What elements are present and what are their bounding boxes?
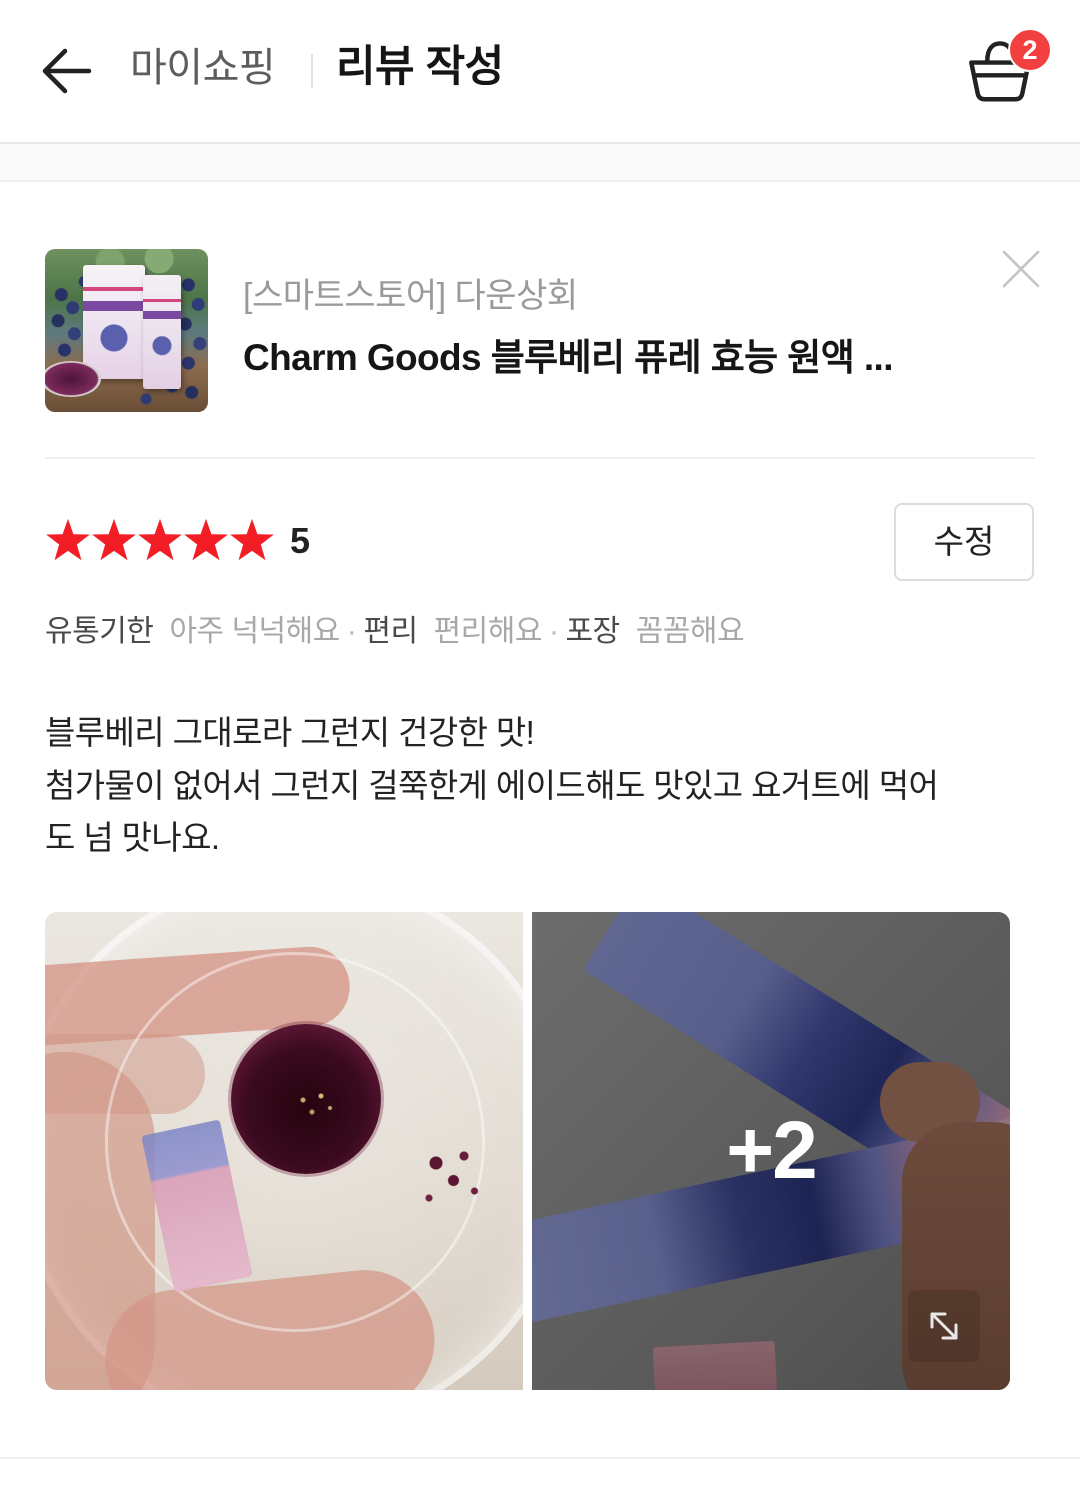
tag-value: 꼼꼼해요	[635, 615, 745, 648]
star-icon	[230, 518, 274, 561]
divider	[0, 1457, 1080, 1459]
star-icon	[46, 518, 90, 561]
tag-separator: ·	[548, 615, 559, 648]
arrow-left-icon	[42, 48, 92, 94]
close-button[interactable]	[1000, 248, 1042, 290]
puree-sparkle	[285, 1084, 345, 1124]
star-rating	[45, 517, 275, 563]
star-icon	[92, 518, 136, 561]
review-text-line: 첨가물이 없어서 그런지 걸쭉한게 에이드해도 맛있고 요거트에 먹어	[45, 766, 939, 804]
header-spacer	[0, 144, 1080, 182]
tag-label: 편리	[363, 615, 418, 648]
review-text-line: 도 넘 맛나요.	[45, 819, 220, 856]
tag-value: 아주 넉넉해요	[169, 615, 340, 648]
product-name[interactable]: Charm Goods 블루베리 퓨레 효능 원액 ...	[243, 334, 983, 382]
product-box-small	[143, 275, 181, 389]
tag-label: 유통기한	[45, 615, 154, 648]
page-title: 리뷰 작성	[336, 43, 504, 91]
divider	[45, 457, 1035, 459]
breadcrumb-parent[interactable]: 마이쇼핑	[130, 40, 276, 96]
puree-splatter	[415, 1142, 485, 1212]
edit-button[interactable]: 수정	[894, 503, 1034, 581]
top-bar: 마이쇼핑 리뷰 작성 2	[0, 0, 1080, 144]
product-box-large	[83, 265, 145, 379]
review-text: 블루베리 그대로라 그런지 건강한 맛! 첨가물이 없어서 그런지 걸쭉한게 에…	[45, 707, 1045, 865]
review-photo-2[interactable]: +2	[532, 912, 1010, 1390]
star-icon	[138, 518, 182, 561]
breadcrumb-divider	[311, 54, 313, 88]
product-thumbnail[interactable]	[45, 249, 208, 412]
expand-icon	[930, 1312, 958, 1340]
store-name: [스마트스토어] 다운상회	[243, 277, 578, 315]
rating-value: 5	[290, 520, 311, 561]
tag-label: 포장	[565, 615, 620, 648]
review-text-line: 블루베리 그대로라 그런지 건강한 맛!	[45, 714, 535, 751]
star-icon	[184, 518, 228, 561]
more-photos-count: +2	[726, 1105, 818, 1196]
review-tags: 유통기한 아주 넉넉해요 · 편리 편리해요 · 포장 꼼꼼해요	[45, 611, 745, 653]
expand-button[interactable]	[908, 1290, 980, 1362]
tag-separator: ·	[346, 615, 357, 648]
cart-count-badge: 2	[1008, 28, 1052, 72]
close-icon	[1002, 250, 1040, 288]
back-button[interactable]	[38, 46, 94, 96]
review-photo-1[interactable]	[45, 912, 523, 1390]
tag-value: 편리해요	[433, 615, 543, 648]
